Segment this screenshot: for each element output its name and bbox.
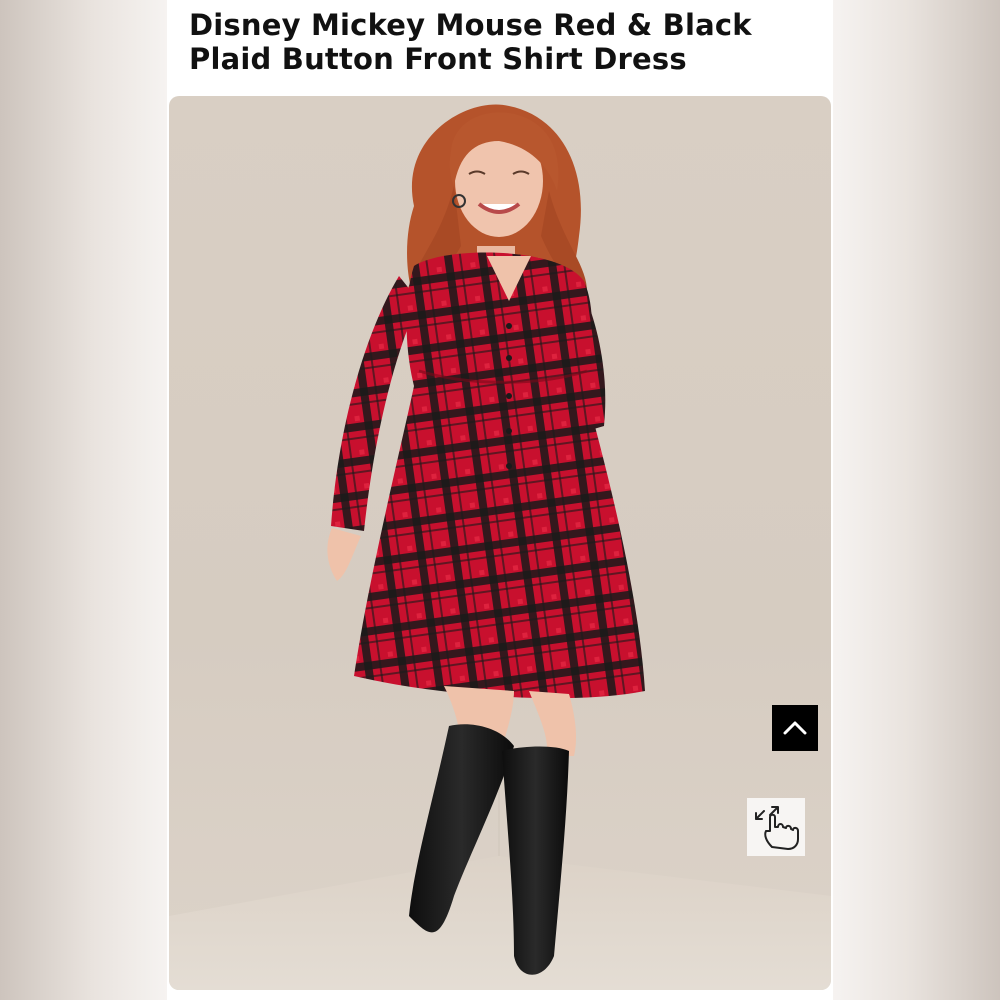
- product-photo[interactable]: [169, 96, 831, 990]
- right-blurred-background: [833, 0, 1000, 1000]
- pinch-zoom-hand-icon: [755, 806, 799, 850]
- product-title: Disney Mickey Mouse Red & Black Plaid Bu…: [189, 8, 752, 76]
- scroll-to-top-button[interactable]: [772, 705, 818, 751]
- zoom-button[interactable]: [747, 798, 805, 856]
- model-illustration: [169, 104, 831, 990]
- product-card: Disney Mickey Mouse Red & Black Plaid Bu…: [167, 0, 833, 1000]
- left-blurred-background: [0, 0, 167, 1000]
- floor: [169, 856, 831, 990]
- chevron-up-icon: [783, 721, 807, 735]
